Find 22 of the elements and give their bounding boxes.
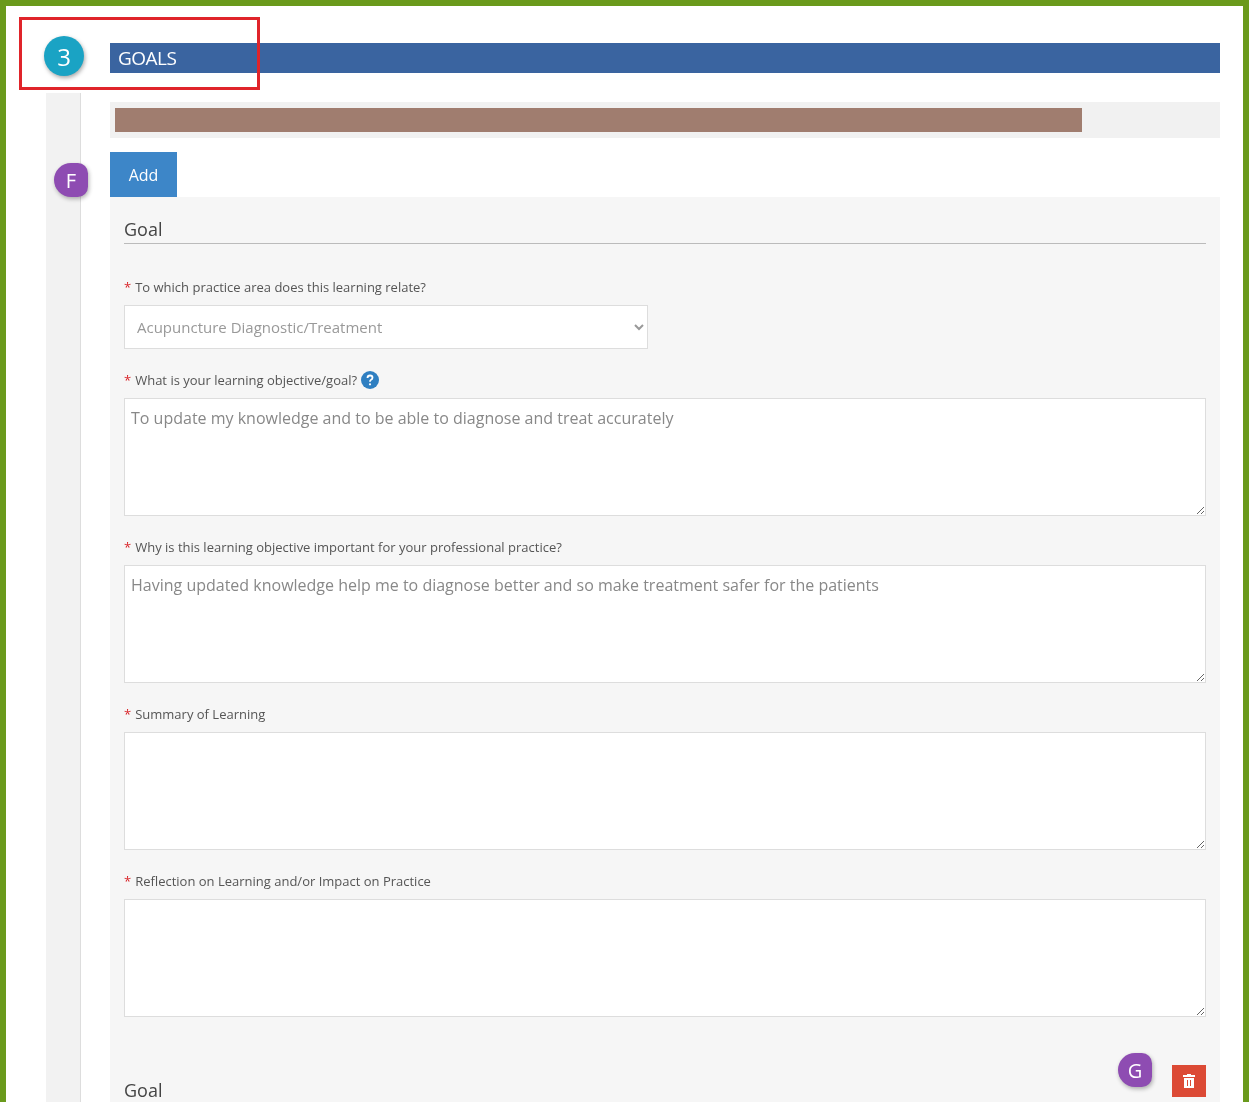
practice-area-select[interactable]: Acupuncture Diagnostic/Treatment: [124, 305, 648, 349]
trash-icon: [1183, 1074, 1195, 1088]
field-label: Summary of Learning: [135, 705, 266, 723]
field-label: To which practice area does this learning relate?: [135, 278, 426, 296]
text-area[interactable]: To update my knowledge and to be able to diagnose and treat accurately: [124, 398, 1206, 516]
add-button[interactable]: Add: [110, 152, 177, 197]
required-asterisk: *: [124, 538, 132, 556]
required-asterisk: *: [124, 872, 132, 890]
required-asterisk: *: [124, 278, 132, 296]
delete-button[interactable]: [1172, 1065, 1206, 1097]
goal-heading: Goal: [124, 217, 1206, 244]
field-label: What is your learning objective/goal?: [135, 371, 358, 389]
field-label: Why is this learning objective important for your professional practice?: [135, 538, 562, 556]
section-title: GOALS: [110, 43, 1220, 73]
required-asterisk: *: [124, 705, 132, 723]
help-icon[interactable]: [361, 371, 380, 389]
required-asterisk: *: [124, 371, 132, 389]
step-number-badge: 3: [44, 36, 84, 76]
callout-badge: G: [1118, 1053, 1152, 1087]
text-area[interactable]: Having updated knowledge help me to diagnose better and so make treatment safer for the patients: [124, 565, 1206, 683]
field-label: Reflection on Learning and/or Impact on Practice: [135, 872, 431, 890]
callout-badge: F: [54, 163, 88, 197]
